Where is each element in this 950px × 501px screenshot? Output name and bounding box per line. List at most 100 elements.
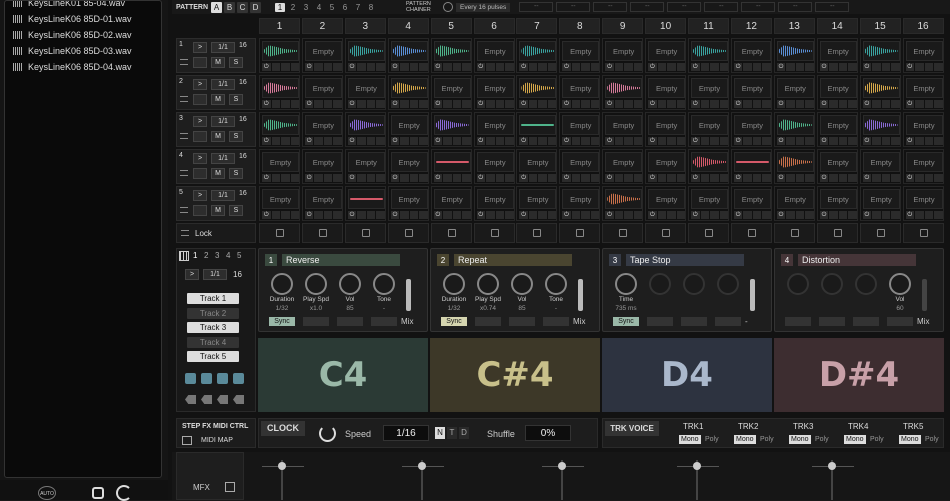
step-cell[interactable]: Empty ⏻ — [387, 149, 429, 184]
step-cell[interactable]: Empty ⏻ — [730, 75, 772, 110]
fx-step-slot[interactable] — [887, 317, 913, 326]
step-option[interactable] — [719, 174, 728, 182]
file-item[interactable]: KeysLineK06 85D-01.wav — [5, 11, 161, 27]
step-option[interactable] — [281, 63, 290, 71]
step-option[interactable] — [452, 174, 462, 182]
step-slot[interactable]: Empty — [304, 152, 342, 172]
clear-icon[interactable] — [185, 395, 196, 404]
step-slot[interactable]: Empty — [519, 189, 557, 209]
step-option[interactable] — [633, 100, 643, 108]
step-cell[interactable]: Empty ⏻ — [816, 38, 858, 73]
step-slot[interactable] — [262, 78, 299, 98]
clear-icon[interactable] — [217, 395, 228, 404]
step-cell[interactable]: Empty ⏻ — [344, 149, 386, 184]
step-slot[interactable]: Empty — [562, 115, 600, 135]
step-option[interactable] — [314, 63, 323, 71]
step-slot[interactable]: Empty — [819, 152, 857, 172]
step-option[interactable] — [676, 211, 686, 219]
fx-knob[interactable] — [477, 273, 499, 295]
power-icon[interactable]: ⏻ — [304, 100, 314, 108]
track-select-button[interactable]: Track 3 — [187, 322, 239, 333]
step-option[interactable] — [443, 211, 452, 219]
step-option[interactable] — [290, 174, 299, 182]
step-option[interactable] — [290, 100, 299, 108]
chain-slot[interactable]: -- — [778, 2, 813, 12]
step-option[interactable] — [495, 137, 504, 145]
pattern-button-c[interactable]: C — [237, 1, 249, 13]
play-button[interactable]: > — [193, 42, 207, 53]
power-icon[interactable]: ⏻ — [476, 63, 485, 71]
step-option[interactable] — [881, 211, 891, 219]
fx-knob[interactable] — [683, 273, 705, 295]
slider-handle[interactable] — [828, 462, 836, 470]
step-cell[interactable]: Empty ⏻ — [259, 186, 300, 221]
step-option[interactable] — [323, 100, 333, 108]
lock-icon[interactable] — [447, 229, 456, 237]
step-option[interactable] — [881, 174, 891, 182]
step-option[interactable] — [357, 211, 366, 219]
step-option[interactable] — [400, 100, 409, 108]
solo-button[interactable]: S — [229, 205, 243, 216]
mute-button[interactable]: M — [211, 168, 225, 179]
chain-slot[interactable]: -- — [704, 2, 739, 12]
menu-icon[interactable] — [180, 170, 188, 176]
power-icon[interactable]: ⏻ — [433, 211, 443, 219]
menu-icon[interactable] — [180, 133, 188, 139]
step-cell[interactable]: Empty ⏻ — [859, 186, 901, 221]
fx-step-slot[interactable] — [785, 317, 811, 326]
step-cell[interactable]: Empty ⏻ — [259, 149, 300, 184]
step-slot[interactable]: Empty — [648, 41, 686, 61]
power-icon[interactable]: ⏻ — [733, 174, 743, 182]
fx-step-slot[interactable] — [715, 317, 741, 326]
slider-handle[interactable] — [278, 462, 286, 470]
step-slot[interactable]: Empty — [476, 78, 514, 98]
step-cell[interactable]: ⏻ — [344, 186, 386, 221]
fx-knob[interactable] — [271, 273, 293, 295]
ratio-value[interactable]: 1/1 — [211, 190, 235, 201]
power-icon[interactable]: ⏻ — [733, 100, 743, 108]
step-option[interactable] — [505, 63, 514, 71]
mix-slider[interactable] — [922, 279, 927, 311]
step-slot[interactable]: Empty — [648, 152, 686, 172]
step-option[interactable] — [528, 137, 538, 145]
step-option[interactable] — [366, 137, 376, 145]
step-cell[interactable]: Empty ⏻ — [773, 75, 815, 110]
note-pad[interactable]: D4 — [602, 338, 772, 412]
fx-knob[interactable] — [545, 273, 567, 295]
step-option[interactable] — [915, 63, 924, 71]
lock-icon[interactable] — [833, 229, 842, 237]
step-option[interactable] — [881, 63, 891, 71]
fx-step-slot[interactable] — [543, 317, 569, 326]
power-icon[interactable]: ⏻ — [519, 63, 528, 71]
power-icon[interactable]: ⏻ — [905, 211, 914, 219]
step-option[interactable] — [323, 174, 333, 182]
step-option[interactable] — [719, 63, 728, 71]
step-option[interactable] — [486, 211, 495, 219]
step-option[interactable] — [333, 137, 342, 145]
step-cell[interactable]: ⏻ — [430, 112, 472, 147]
track-tab-3[interactable]: 3 — [215, 251, 219, 260]
pattern-number-8[interactable]: 8 — [366, 3, 376, 12]
mute-button[interactable]: M — [211, 57, 225, 68]
step-option[interactable] — [667, 137, 676, 145]
step-slot[interactable]: Empty — [819, 78, 857, 98]
step-option[interactable] — [538, 211, 547, 219]
pattern-number-4[interactable]: 4 — [314, 3, 324, 12]
step-option[interactable] — [934, 137, 943, 145]
step-slot[interactable] — [347, 41, 385, 61]
step-option[interactable] — [357, 63, 366, 71]
note-pad[interactable]: D#4 — [774, 338, 944, 412]
step-cell[interactable]: Empty ⏻ — [516, 186, 558, 221]
fx-step-slot[interactable] — [337, 317, 363, 326]
power-icon[interactable]: ⏻ — [691, 100, 700, 108]
step-option[interactable] — [400, 137, 409, 145]
step-option[interactable] — [624, 174, 633, 182]
power-icon[interactable]: ⏻ — [905, 137, 914, 145]
step-option[interactable] — [752, 100, 762, 108]
step-option[interactable] — [538, 174, 547, 182]
lock-cell[interactable] — [730, 223, 772, 243]
external-link-icon[interactable] — [225, 482, 235, 492]
lock-icon[interactable] — [662, 229, 671, 237]
ratio-value[interactable]: 1/1 — [211, 153, 235, 164]
step-option[interactable] — [538, 100, 547, 108]
